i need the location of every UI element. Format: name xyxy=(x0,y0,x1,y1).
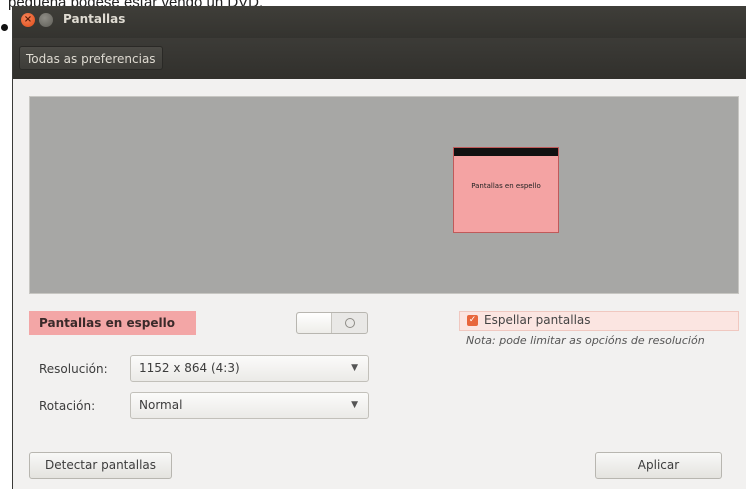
resolution-label: Resolución: xyxy=(39,362,108,376)
monitor-label: Pantallas en espello xyxy=(471,182,541,190)
display-name-label: Pantallas en espello xyxy=(29,311,196,335)
mirror-displays-label: Espellar pantallas xyxy=(484,313,591,327)
bullet xyxy=(1,24,8,31)
rotation-label: Rotación: xyxy=(39,399,96,413)
detect-displays-button[interactable]: Detectar pantallas xyxy=(29,452,172,479)
apply-button[interactable]: Aplicar xyxy=(595,452,722,479)
mirror-displays-row[interactable]: ✓ Espellar pantallas xyxy=(459,311,739,331)
monitor-preview[interactable]: Pantallas en espello xyxy=(453,147,559,233)
all-settings-button[interactable]: Todas as preferencias xyxy=(19,46,163,70)
minimize-icon[interactable] xyxy=(39,13,53,27)
displays-window: × Pantallas Todas as preferencias Pantal… xyxy=(12,6,746,489)
rotation-value: Normal xyxy=(139,398,183,412)
off-indicator-icon xyxy=(345,318,355,328)
toolbar: Todas as preferencias xyxy=(13,38,746,79)
title-bar: × Pantallas xyxy=(13,6,746,38)
window-title: Pantallas xyxy=(63,12,126,26)
monitor-top-panel xyxy=(454,148,558,156)
mirror-checkbox[interactable]: ✓ xyxy=(467,315,478,326)
display-power-toggle[interactable] xyxy=(296,312,368,334)
display-arrangement-area[interactable]: Pantallas en espello xyxy=(29,96,739,294)
resolution-value: 1152 x 864 (4:3) xyxy=(139,361,240,375)
close-icon[interactable]: × xyxy=(21,13,35,27)
mirror-note: Nota: pode limitar as opcións de resoluc… xyxy=(466,334,705,347)
chevron-down-icon: ▼ xyxy=(351,363,358,373)
resolution-dropdown[interactable]: 1152 x 864 (4:3) ▼ xyxy=(130,355,369,382)
chevron-down-icon: ▼ xyxy=(351,400,358,410)
toggle-knob xyxy=(297,313,332,333)
rotation-dropdown[interactable]: Normal ▼ xyxy=(130,392,369,419)
